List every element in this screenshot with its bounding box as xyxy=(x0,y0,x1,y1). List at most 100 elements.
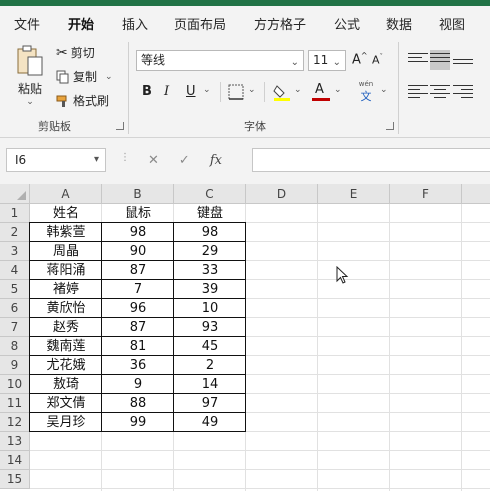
cell-c7[interactable]: 93 xyxy=(174,318,246,337)
column-header-f[interactable]: F xyxy=(390,184,462,204)
worksheet-grid[interactable]: ABCDEF 1 2 3 4 5 6 7 8 9 10 11 12 13 14 15 姓名 鼠标 键盘 韩紫萱 98… xyxy=(0,184,490,491)
cell-c8[interactable]: 45 xyxy=(174,337,246,356)
cell-a11[interactable]: 郑文倩 xyxy=(30,394,102,413)
borders-dropdown-icon[interactable]: ⌄ xyxy=(248,85,256,95)
row-header-2[interactable]: 2 xyxy=(0,223,30,242)
cell-c1[interactable]: 键盘 xyxy=(174,204,246,223)
column-header-e[interactable]: E xyxy=(318,184,390,204)
formula-input[interactable] xyxy=(252,148,490,172)
row-header-13[interactable]: 13 xyxy=(0,432,30,451)
column-header-d[interactable]: D xyxy=(246,184,318,204)
cell-c12[interactable]: 49 xyxy=(174,413,246,432)
cell-a5[interactable]: 褚婷 xyxy=(30,280,102,299)
cell-a2[interactable]: 韩紫萱 xyxy=(30,223,102,242)
bold-button[interactable]: B xyxy=(142,84,152,99)
row-header-6[interactable]: 6 xyxy=(0,299,30,318)
row-header-10[interactable]: 10 xyxy=(0,375,30,394)
cut-button[interactable]: ✂ 剪切 xyxy=(56,44,95,61)
row-header-14[interactable]: 14 xyxy=(0,451,30,470)
font-name-select[interactable]: 等线 ⌄ xyxy=(136,50,304,71)
cell-b8[interactable]: 81 xyxy=(102,337,174,356)
borders-icon[interactable] xyxy=(228,84,244,100)
paste-dropdown-icon[interactable]: ⌄ xyxy=(26,97,34,107)
paste-button[interactable]: 粘贴 ⌄ xyxy=(12,44,48,114)
cell-a1[interactable]: 姓名 xyxy=(30,204,102,223)
row-header-11[interactable]: 11 xyxy=(0,394,30,413)
decrease-font-icon[interactable]: Aˇ xyxy=(372,53,383,67)
column-header-a[interactable]: A xyxy=(30,184,102,204)
phonetic-dropdown-icon[interactable]: ⌄ xyxy=(380,85,388,95)
font-color-icon[interactable]: A xyxy=(312,82,330,102)
cell-b3[interactable]: 90 xyxy=(102,242,174,261)
column-header-c[interactable]: C xyxy=(174,184,246,204)
cell-c11[interactable]: 97 xyxy=(174,394,246,413)
select-all-button[interactable] xyxy=(0,184,30,204)
row-header-15[interactable]: 15 xyxy=(0,470,30,489)
align-right-icon[interactable] xyxy=(453,82,473,102)
tab-data[interactable]: 数据 xyxy=(386,14,412,33)
row-header-4[interactable]: 4 xyxy=(0,261,30,280)
tab-insert[interactable]: 插入 xyxy=(122,14,148,33)
cell-a4[interactable]: 蒋阳涌 xyxy=(30,261,102,280)
cell-b12[interactable]: 99 xyxy=(102,413,174,432)
cell-c3[interactable]: 29 xyxy=(174,242,246,261)
cell-b2[interactable]: 98 xyxy=(102,223,174,242)
cell-a10[interactable]: 敖琦 xyxy=(30,375,102,394)
tab-formulas[interactable]: 公式 xyxy=(334,14,360,33)
insert-function-icon[interactable]: fx xyxy=(210,153,222,168)
fill-color-dropdown-icon[interactable]: ⌄ xyxy=(294,85,302,95)
cell-a6[interactable]: 黄欣怡 xyxy=(30,299,102,318)
underline-dropdown-icon[interactable]: ⌄ xyxy=(203,85,211,95)
row-header-1[interactable]: 1 xyxy=(0,204,30,223)
cell-c6[interactable]: 10 xyxy=(174,299,246,318)
fill-color-icon[interactable] xyxy=(272,82,292,102)
cell-a12[interactable]: 吴月珍 xyxy=(30,413,102,432)
row-header-12[interactable]: 12 xyxy=(0,413,30,432)
cell-c2[interactable]: 98 xyxy=(174,223,246,242)
font-launcher-icon[interactable] xyxy=(386,122,394,130)
enter-icon[interactable]: ✓ xyxy=(179,153,190,168)
cell-b11[interactable]: 88 xyxy=(102,394,174,413)
row-header-7[interactable]: 7 xyxy=(0,318,30,337)
align-left-icon[interactable] xyxy=(408,82,428,102)
name-box[interactable]: I6 ▾ xyxy=(6,148,106,172)
cell-b1[interactable]: 鼠标 xyxy=(102,204,174,223)
cell-c4[interactable]: 33 xyxy=(174,261,246,280)
row-header-9[interactable]: 9 xyxy=(0,356,30,375)
cell-a3[interactable]: 周晶 xyxy=(30,242,102,261)
cell-b5[interactable]: 7 xyxy=(102,280,174,299)
underline-button[interactable]: U xyxy=(186,84,196,99)
copy-dropdown-icon[interactable]: ⌄ xyxy=(105,72,113,82)
tab-home[interactable]: 开始 xyxy=(68,14,94,33)
align-bottom-icon[interactable] xyxy=(453,50,473,70)
phonetic-guide-icon[interactable]: wén 文 xyxy=(356,80,376,104)
cell-a7[interactable]: 赵秀 xyxy=(30,318,102,337)
cell-a8[interactable]: 魏南莲 xyxy=(30,337,102,356)
tab-page-layout[interactable]: 页面布局 xyxy=(174,14,226,33)
tab-view[interactable]: 视图 xyxy=(439,14,465,33)
cell-c5[interactable]: 39 xyxy=(174,280,246,299)
column-header-b[interactable]: B xyxy=(102,184,174,204)
align-center-icon[interactable] xyxy=(430,82,450,102)
increase-font-icon[interactable]: A^ xyxy=(352,51,368,67)
cell-c9[interactable]: 2 xyxy=(174,356,246,375)
row-header-3[interactable]: 3 xyxy=(0,242,30,261)
cell-b9[interactable]: 36 xyxy=(102,356,174,375)
cell-b7[interactable]: 87 xyxy=(102,318,174,337)
copy-button[interactable]: 复制 ⌄ xyxy=(56,68,113,85)
font-color-dropdown-icon[interactable]: ⌄ xyxy=(334,85,342,95)
row-header-5[interactable]: 5 xyxy=(0,280,30,299)
tab-ffgz[interactable]: 方方格子 xyxy=(254,14,306,33)
cancel-icon[interactable]: ✕ xyxy=(148,153,159,168)
italic-button[interactable]: I xyxy=(164,84,169,99)
row-header-8[interactable]: 8 xyxy=(0,337,30,356)
tab-file[interactable]: 文件 xyxy=(14,14,40,33)
cell-b10[interactable]: 9 xyxy=(102,375,174,394)
cell-b4[interactable]: 87 xyxy=(102,261,174,280)
cell-a9[interactable]: 尤花娥 xyxy=(30,356,102,375)
cell-c10[interactable]: 14 xyxy=(174,375,246,394)
align-middle-icon[interactable] xyxy=(430,50,450,70)
align-top-icon[interactable] xyxy=(408,50,428,70)
format-painter-button[interactable]: 格式刷 xyxy=(56,92,109,109)
clipboard-launcher-icon[interactable] xyxy=(116,122,124,130)
